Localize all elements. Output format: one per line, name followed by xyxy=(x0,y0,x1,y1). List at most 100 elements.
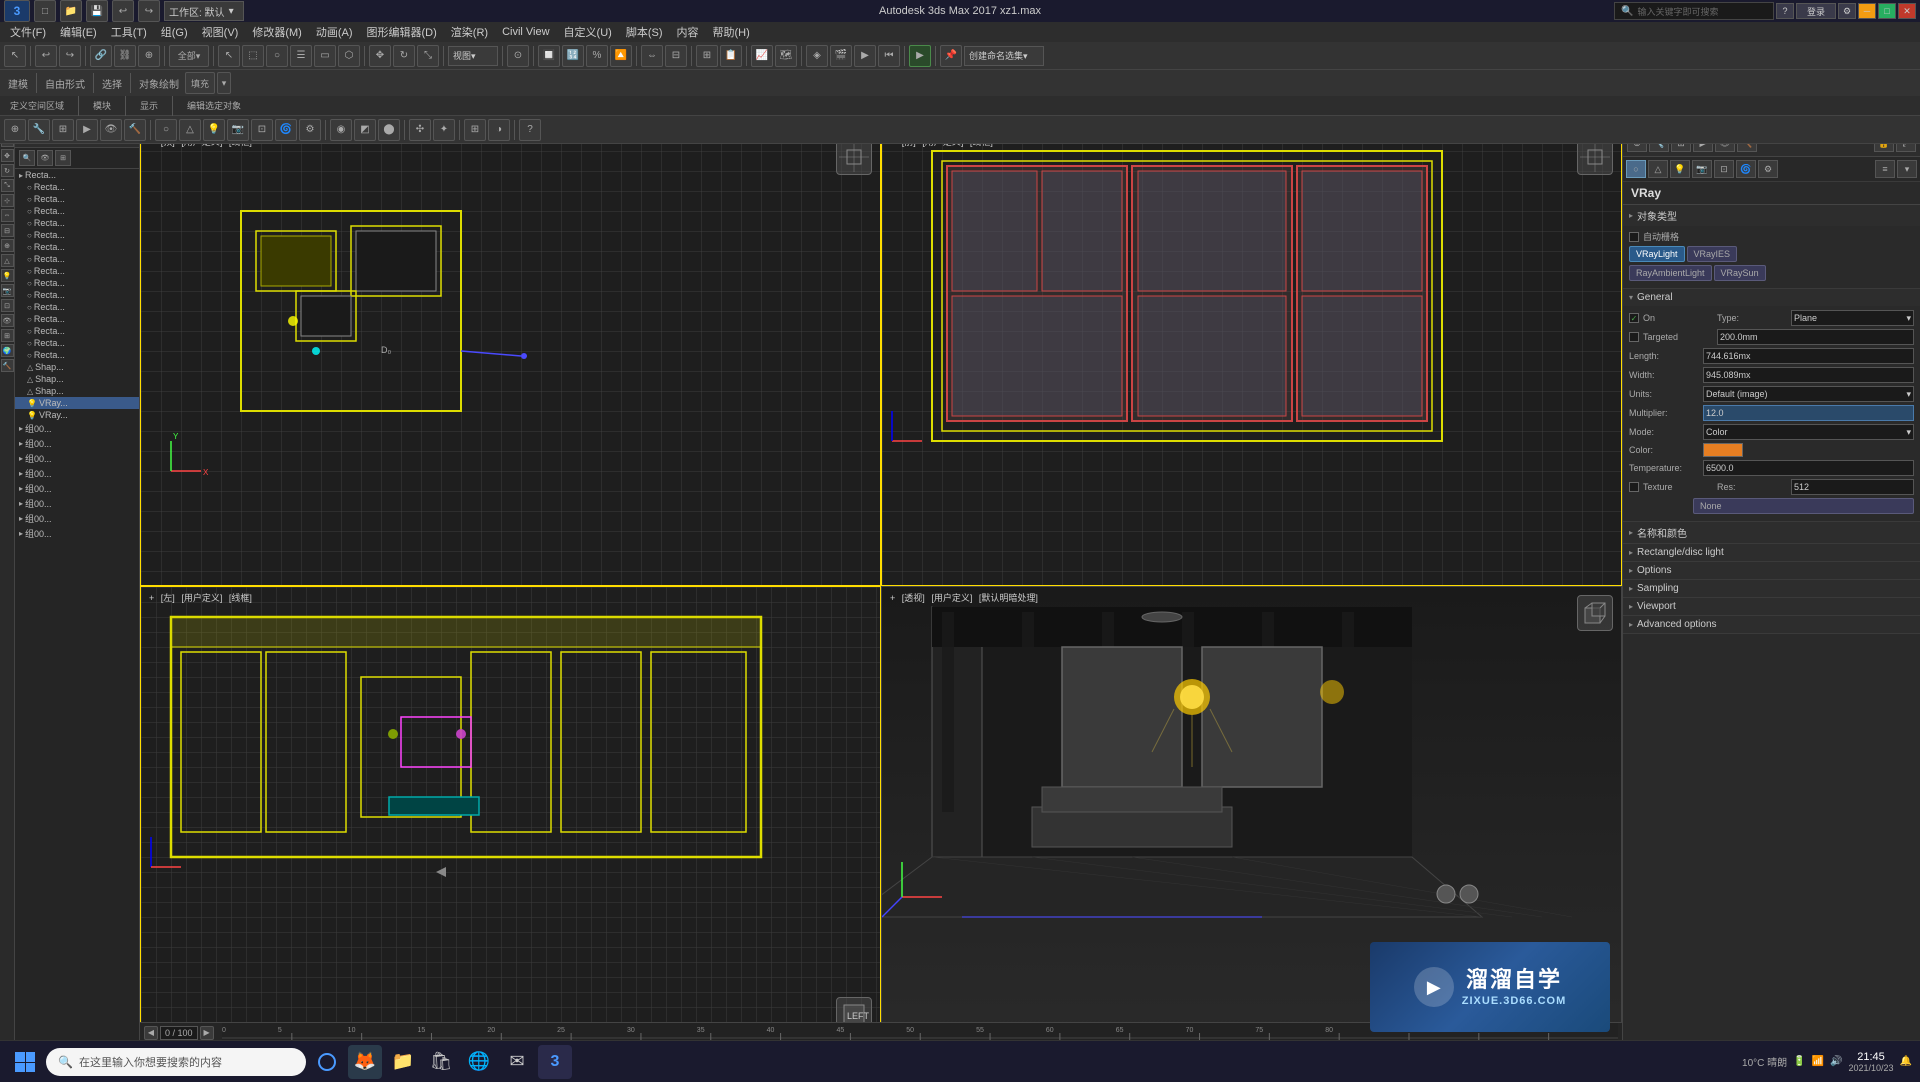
rp-helpers-icon[interactable]: ⊡ xyxy=(1714,160,1734,178)
scale-btn[interactable]: ⤡ xyxy=(417,45,439,67)
tree-item-recta9[interactable]: ○ Recta... xyxy=(15,265,139,277)
new-btn[interactable]: □ xyxy=(34,0,56,22)
app-logo[interactable]: 3 xyxy=(4,0,30,22)
options-header[interactable]: ▸ Options xyxy=(1623,562,1920,579)
geometry-icon[interactable]: ○ xyxy=(155,119,177,141)
menu-modifier[interactable]: 修改器(M) xyxy=(246,22,308,42)
layer-mgr-btn[interactable]: ⊞ xyxy=(696,45,718,67)
lt-display[interactable]: 👁 xyxy=(1,314,14,327)
menu-script[interactable]: 脚本(S) xyxy=(620,22,669,42)
fill-mode-btn[interactable]: 填充 xyxy=(185,72,215,94)
taskbar-3dsmax[interactable]: 3 xyxy=(538,1045,572,1079)
tree-item-recta2[interactable]: ○ Recta... xyxy=(15,181,139,193)
hierarchy-icon[interactable]: ⊞ xyxy=(52,119,74,141)
tree-item-group7[interactable]: ▸ 组00... xyxy=(15,511,139,526)
tree-item-group4[interactable]: ▸ 组00... xyxy=(15,466,139,481)
tree-item-recta14[interactable]: ○ Recta... xyxy=(15,325,139,337)
lt-create[interactable]: ⊕ xyxy=(1,239,14,252)
tree-item-recta10[interactable]: ○ Recta... xyxy=(15,277,139,289)
curve-editor-btn[interactable]: 📈 xyxy=(751,45,773,67)
tree-item-recta3[interactable]: ○ Recta... xyxy=(15,193,139,205)
tree-item-recta15[interactable]: ○ Recta... xyxy=(15,337,139,349)
tree-item-group5[interactable]: ▸ 组00... xyxy=(15,481,139,496)
timeline-next[interactable]: ▶ xyxy=(200,1026,214,1040)
general-header[interactable]: ▾ General xyxy=(1623,289,1920,306)
length-input[interactable]: 744.616mx xyxy=(1703,348,1914,364)
lights-icon[interactable]: 💡 xyxy=(203,119,225,141)
tree-item-recta6[interactable]: ○ Recta... xyxy=(15,229,139,241)
helpers-icon[interactable]: ⊡ xyxy=(251,119,273,141)
rect-header[interactable]: ▸ Rectangle/disc light xyxy=(1623,544,1920,561)
motion-icon[interactable]: ▶ xyxy=(76,119,98,141)
tree-item-recta11[interactable]: ○ Recta... xyxy=(15,289,139,301)
tree-item-vray1[interactable]: 💡 VRay... xyxy=(15,397,139,409)
menu-render[interactable]: 渲染(R) xyxy=(445,22,494,42)
color-swatch[interactable] xyxy=(1703,443,1743,457)
nav-cube-tr[interactable] xyxy=(1577,139,1613,175)
undo-scene-btn[interactable]: ↩ xyxy=(35,45,57,67)
workspace-dropdown[interactable]: 工作区: 默认 ▾ xyxy=(164,1,244,21)
snap3d-icon[interactable]: ✣ xyxy=(409,119,431,141)
tree-item-group1[interactable]: ▸ 组00... xyxy=(15,421,139,436)
scene-explorer-btn[interactable]: 📋 xyxy=(720,45,742,67)
lt-utils[interactable]: 🔨 xyxy=(1,359,14,372)
modify-icon[interactable]: 🔧 xyxy=(28,119,50,141)
rect-region-btn[interactable]: ▭ xyxy=(314,45,336,67)
viewport-section-header[interactable]: ▸ Viewport xyxy=(1623,598,1920,615)
lt-helpers[interactable]: ⊡ xyxy=(1,299,14,312)
login-btn[interactable]: 登录 xyxy=(1796,3,1836,19)
menu-animation[interactable]: 动画(A) xyxy=(310,22,359,42)
utilities-icon[interactable]: 🔨 xyxy=(124,119,146,141)
named-sel-btn[interactable]: 📌 xyxy=(940,45,962,67)
lasso-btn[interactable]: ○ xyxy=(266,45,288,67)
res-input[interactable]: 512 xyxy=(1791,479,1914,495)
schematic-btn[interactable]: 🗺 xyxy=(775,45,797,67)
taskbar-mail[interactable]: ✉ xyxy=(500,1045,534,1079)
select-obj-btn[interactable]: ↖ xyxy=(4,45,26,67)
select-btn[interactable]: ↖ xyxy=(218,45,240,67)
systems-icon[interactable]: ⚙ xyxy=(299,119,321,141)
type-dropdown[interactable]: Plane ▾ xyxy=(1791,310,1914,326)
cameras-icon[interactable]: 📷 xyxy=(227,119,249,141)
width-input[interactable]: 945.089mx xyxy=(1703,367,1914,383)
menu-group[interactable]: 组(G) xyxy=(155,22,194,42)
link-btn[interactable]: 🔗 xyxy=(90,45,112,67)
vp-layout-icon[interactable]: ⊞ xyxy=(464,119,486,141)
lt-mirror[interactable]: ⇔ xyxy=(1,209,14,222)
tree-item-group6[interactable]: ▸ 组00... xyxy=(15,496,139,511)
render-last-btn[interactable]: ⏮ xyxy=(878,45,900,67)
snap-toggle-btn[interactable]: 🔲 xyxy=(538,45,560,67)
paint-deform-btn[interactable]: ▾ xyxy=(217,72,231,94)
multiplier-input[interactable]: 12.0 xyxy=(1703,405,1914,421)
material-editor-btn[interactable]: ◈ xyxy=(806,45,828,67)
autogrid-cb[interactable] xyxy=(1629,232,1639,242)
nav-cube-tl[interactable] xyxy=(836,139,872,175)
display-icon[interactable]: 👁 xyxy=(100,119,122,141)
rp-cameras-icon[interactable]: 📷 xyxy=(1692,160,1712,178)
nav-cube-br[interactable] xyxy=(1577,595,1613,631)
taskbar-files[interactable]: 📁 xyxy=(386,1045,420,1079)
spinner-snap-btn[interactable]: 🔼 xyxy=(610,45,632,67)
bind-space-btn[interactable]: ⊕ xyxy=(138,45,160,67)
shapes-icon[interactable]: △ xyxy=(179,119,201,141)
shading-icon[interactable]: ◑ xyxy=(488,119,510,141)
help-btn[interactable]: ? xyxy=(1776,3,1794,19)
spacewarps-icon[interactable]: 🌀 xyxy=(275,119,297,141)
taskbar-edge[interactable]: 🌐 xyxy=(462,1045,496,1079)
align-btn[interactable]: ⊟ xyxy=(665,45,687,67)
vraysun-btn[interactable]: VRaySun xyxy=(1714,265,1766,281)
tree-item-recta13[interactable]: ○ Recta... xyxy=(15,313,139,325)
render-setup-btn[interactable]: 🎬 xyxy=(830,45,852,67)
lt-cameras[interactable]: 📷 xyxy=(1,284,14,297)
tree-item-recta5[interactable]: ○ Recta... xyxy=(15,217,139,229)
vraylight-btn[interactable]: VRayLight xyxy=(1629,246,1685,262)
rp-lights-icon[interactable]: 💡 xyxy=(1670,160,1690,178)
none-btn[interactable]: None xyxy=(1693,498,1914,514)
quick-render-btn[interactable]: ▶ xyxy=(909,45,931,67)
refcoord-dropdown[interactable]: 视图▾ xyxy=(448,46,498,66)
taskbar-firefox[interactable]: 🦊 xyxy=(348,1045,382,1079)
menu-civil[interactable]: Civil View xyxy=(496,24,555,40)
maximize-btn[interactable]: □ xyxy=(1878,3,1896,19)
lt-align[interactable]: ⊟ xyxy=(1,224,14,237)
filter-dropdown[interactable]: 全部▾ xyxy=(169,45,209,67)
